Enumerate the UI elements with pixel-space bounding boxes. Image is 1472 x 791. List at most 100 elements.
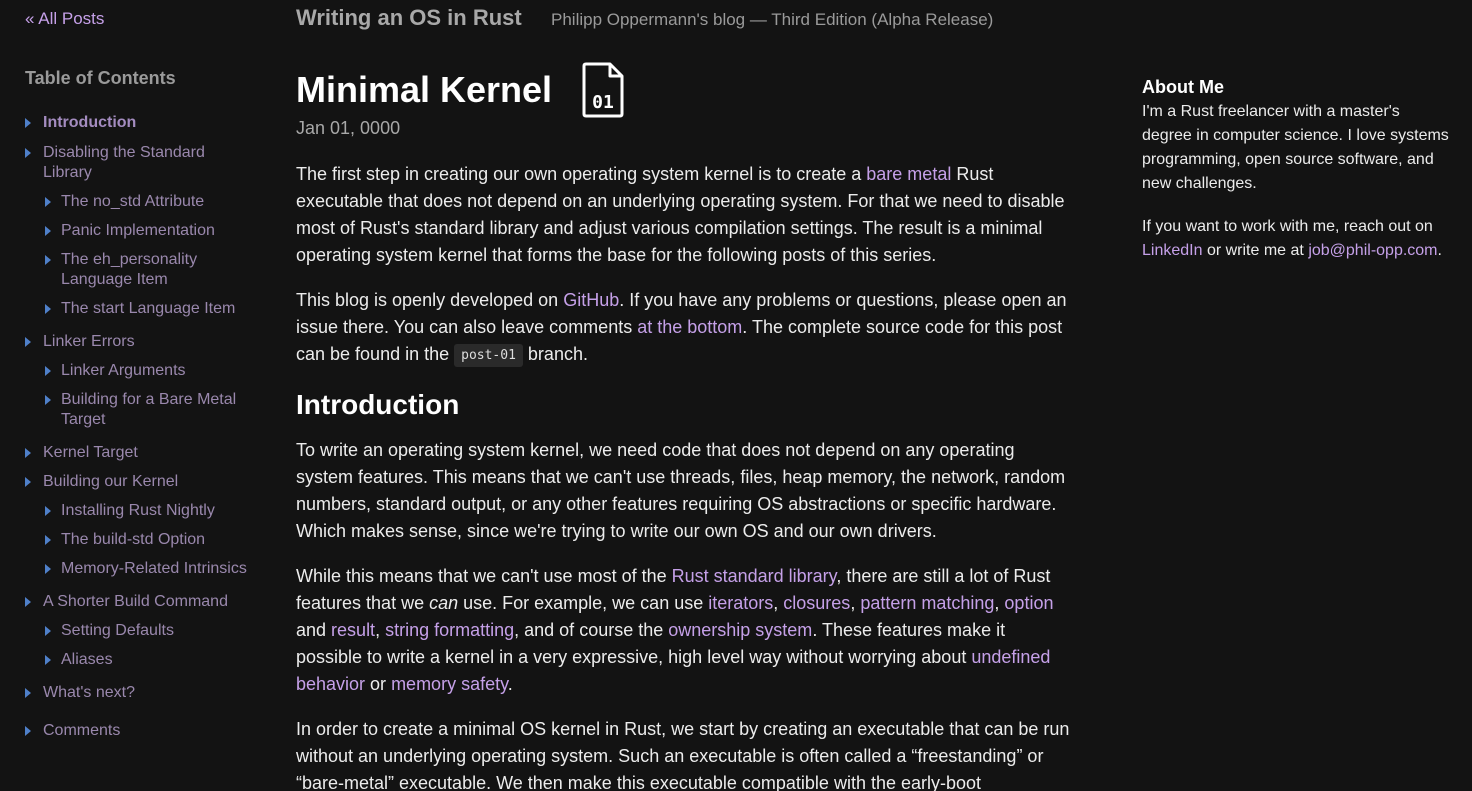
file-icon-label: 01 (592, 92, 614, 113)
triangle-right-icon (45, 366, 51, 376)
about-me-title: About Me (1142, 77, 1224, 97)
site-title[interactable]: Writing an OS in Rust (296, 5, 522, 31)
toc-item[interactable]: Disabling the Standard Library (25, 143, 250, 183)
triangle-right-icon (25, 118, 31, 128)
toc-label: The no_std Attribute (61, 193, 205, 210)
toc-label: Disabling the Standard Library (43, 144, 205, 181)
text: This blog is openly developed on (296, 290, 564, 310)
about-me-contact: If you want to work with me, reach out o… (1142, 215, 1452, 263)
link-at-the-bottom[interactable]: at the bottom (637, 317, 742, 337)
link-iterators[interactable]: iterators (708, 593, 773, 613)
triangle-right-icon (45, 226, 51, 236)
text: . (507, 674, 513, 694)
toc-item[interactable]: A Shorter Build Command (25, 592, 250, 612)
page: « All Posts Table of Contents Introducti… (0, 0, 1472, 791)
toc-label: The eh_personality Language Item (61, 251, 198, 288)
link-string-formatting[interactable]: string formatting (385, 620, 514, 640)
toc-item[interactable]: Comments (25, 721, 250, 741)
toc-label: Setting Defaults (61, 622, 174, 639)
triangle-right-icon (25, 726, 31, 736)
post-date: Jan 01, 0000 (296, 118, 401, 138)
text: , (773, 593, 784, 613)
triangle-right-icon (25, 337, 31, 347)
triangle-right-icon (25, 448, 31, 458)
link-pattern-matching[interactable]: pattern matching (860, 593, 994, 613)
link-github[interactable]: GitHub (563, 290, 619, 310)
toc-subitem[interactable]: Aliases (25, 650, 250, 670)
text: . (1437, 242, 1442, 259)
all-posts-link[interactable]: « All Posts (25, 9, 104, 29)
text: , (375, 620, 386, 640)
post-title-row: Minimal Kernel 01 (296, 62, 1076, 118)
toc-label: Linker Errors (43, 333, 135, 350)
toc-label: Memory-Related Intrinsics (61, 560, 247, 577)
paragraph-github: This blog is openly developed on GitHub.… (296, 287, 1076, 369)
toc-label: A Shorter Build Command (43, 593, 228, 610)
text: The first step in creating our own opera… (296, 164, 867, 184)
toc-item[interactable]: Building our Kernel (25, 472, 250, 492)
text: or (365, 674, 392, 694)
paragraph-intro: The first step in creating our own opera… (296, 161, 1076, 269)
text: While this means that we can't use most … (296, 566, 672, 586)
link-bare-metal[interactable]: bare metal (866, 164, 951, 184)
link-email[interactable]: job@phil-opp.com (1308, 242, 1437, 259)
about-me-text: I'm a Rust freelancer with a master's de… (1142, 103, 1449, 192)
toc-subitem[interactable]: Memory-Related Intrinsics (25, 559, 250, 579)
paragraph-freestanding: In order to create a minimal OS kernel i… (296, 719, 1070, 791)
toc-subitem[interactable]: The eh_personality Language Item (25, 250, 250, 290)
triangle-right-icon (45, 197, 51, 207)
toc-subitem[interactable]: Linker Arguments (25, 361, 250, 381)
toc-label: Comments (43, 722, 121, 739)
triangle-right-icon (45, 655, 51, 665)
toc-subitem[interactable]: Setting Defaults (25, 621, 250, 641)
toc-label: Building our Kernel (43, 473, 179, 490)
toc-subitem[interactable]: The build-std Option (25, 530, 250, 550)
paragraph-os-features: To write an operating system kernel, we … (296, 440, 1066, 541)
heading-introduction: Introduction (296, 389, 460, 420)
article: Minimal Kernel 01 Jan 01, 0000 The first… (296, 62, 1076, 791)
text: use. For example, we can use (458, 593, 709, 613)
text: If you want to work with me, reach out o… (1142, 218, 1433, 235)
text: , and of course the (514, 620, 669, 640)
toc-subitem[interactable]: The no_std Attribute (25, 192, 250, 212)
text: , (850, 593, 861, 613)
text: or write me at (1202, 242, 1309, 259)
triangle-right-icon (25, 688, 31, 698)
triangle-right-icon (25, 597, 31, 607)
toc-title: Table of Contents (25, 68, 176, 88)
toc-label: Panic Implementation (61, 222, 215, 239)
text: , (994, 593, 1005, 613)
toc-label: The build-std Option (61, 531, 206, 548)
link-linkedin[interactable]: LinkedIn (1142, 242, 1203, 259)
toc-subitem[interactable]: Panic Implementation (25, 221, 250, 241)
text: branch. (522, 344, 588, 364)
toc-subitem[interactable]: Building for a Bare Metal Target (25, 390, 250, 430)
toc-item[interactable]: Kernel Target (25, 443, 250, 463)
toc-item[interactable]: Linker Errors (25, 332, 250, 352)
toc-subitem[interactable]: The start Language Item (25, 299, 250, 319)
link-memory-safety[interactable]: memory safety (391, 674, 508, 694)
post-title: Minimal Kernel (296, 69, 553, 110)
triangle-right-icon (45, 535, 51, 545)
link-result[interactable]: result (331, 620, 375, 640)
toc-label: Aliases (61, 651, 113, 668)
toc-label: Kernel Target (43, 444, 138, 461)
toc-item[interactable]: What's next? (25, 683, 250, 703)
link-option[interactable]: option (1004, 593, 1053, 613)
text: and (296, 620, 332, 640)
toc-item[interactable]: Introduction (25, 113, 250, 133)
site-subtitle: Philipp Oppermann's blog — Third Edition… (551, 10, 994, 29)
triangle-right-icon (45, 255, 51, 265)
table-of-contents: Introduction Disabling the Standard Libra… (25, 101, 250, 741)
toc-subitem[interactable]: Installing Rust Nightly (25, 501, 250, 521)
triangle-right-icon (45, 564, 51, 574)
toc-label: The start Language Item (61, 300, 236, 317)
triangle-right-icon (25, 477, 31, 487)
link-ownership-system[interactable]: ownership system (668, 620, 812, 640)
paragraph-rust-features: While this means that we can't use most … (296, 563, 1076, 698)
toc-label: Linker Arguments (61, 362, 186, 379)
link-rust-std[interactable]: Rust standard library (672, 566, 837, 586)
toc-label: What's next? (43, 684, 135, 701)
link-closures[interactable]: closures (783, 593, 850, 613)
triangle-right-icon (45, 506, 51, 516)
